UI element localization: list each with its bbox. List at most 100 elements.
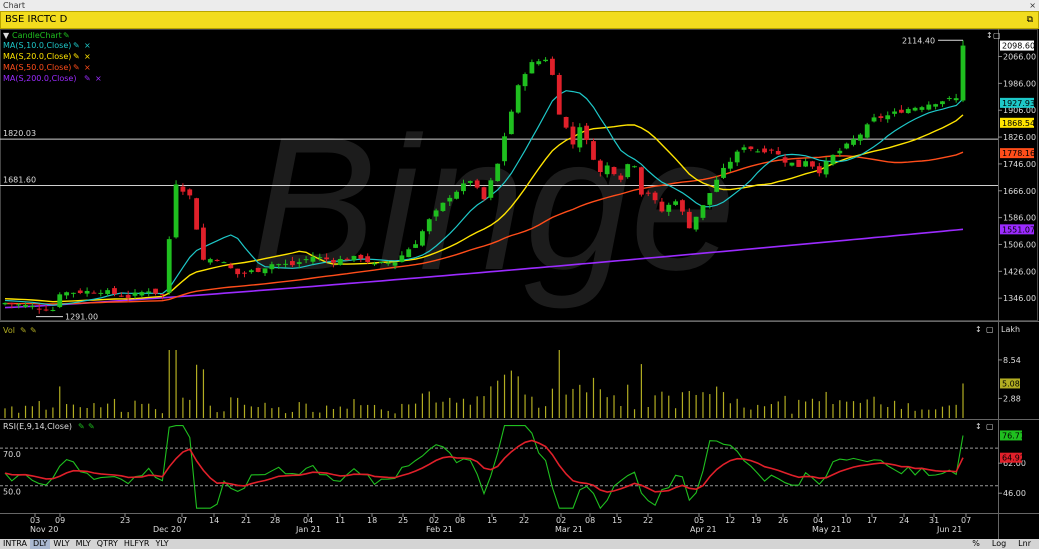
candle-body[interactable] bbox=[467, 181, 473, 183]
scale-percent[interactable]: % bbox=[966, 539, 986, 548]
candle-body[interactable] bbox=[529, 62, 535, 74]
candle-body[interactable] bbox=[502, 136, 507, 162]
candle-body[interactable] bbox=[844, 143, 850, 149]
candle-body[interactable] bbox=[426, 219, 432, 232]
candle-body[interactable] bbox=[734, 151, 740, 163]
candle-body[interactable] bbox=[146, 291, 152, 293]
candle-body[interactable] bbox=[139, 292, 145, 296]
candle-body[interactable] bbox=[933, 104, 939, 107]
candle-body[interactable] bbox=[604, 165, 610, 175]
candle-body[interactable] bbox=[399, 255, 405, 263]
pencil-icon[interactable]: ✎ bbox=[78, 422, 85, 431]
candle-body[interactable] bbox=[823, 161, 829, 175]
candle-body[interactable] bbox=[741, 147, 747, 150]
candle-body[interactable] bbox=[721, 167, 726, 178]
candle-body[interactable] bbox=[905, 109, 911, 114]
candle-body[interactable] bbox=[789, 162, 795, 166]
candle-body[interactable] bbox=[290, 261, 295, 266]
candle-body[interactable] bbox=[591, 141, 596, 160]
candle-body[interactable] bbox=[43, 309, 49, 311]
candle-body[interactable] bbox=[255, 268, 261, 272]
candle-body[interactable] bbox=[392, 262, 398, 266]
candle-body[interactable] bbox=[837, 150, 843, 154]
scale-log[interactable]: Log bbox=[986, 539, 1012, 548]
candle-body[interactable] bbox=[344, 258, 350, 261]
candle-body[interactable] bbox=[440, 202, 446, 211]
candle-body[interactable] bbox=[584, 125, 590, 140]
candle-body[interactable] bbox=[84, 290, 90, 294]
timeframe-qtry[interactable]: QTRY bbox=[94, 539, 121, 549]
candle-body[interactable] bbox=[803, 161, 809, 167]
candle-body[interactable] bbox=[214, 259, 220, 261]
candle-body[interactable] bbox=[570, 126, 576, 145]
candle-body[interactable] bbox=[378, 261, 384, 263]
candle-body[interactable] bbox=[228, 264, 234, 269]
pencil-icon[interactable]: ✎ bbox=[84, 74, 91, 83]
candle-body[interactable] bbox=[317, 257, 323, 259]
edit-icon[interactable]: ✎ bbox=[30, 326, 37, 335]
candle-body[interactable] bbox=[365, 256, 371, 263]
candle-body[interactable] bbox=[960, 45, 966, 101]
candle-body[interactable] bbox=[132, 292, 138, 296]
candle-body[interactable] bbox=[912, 107, 918, 111]
candle-body[interactable] bbox=[283, 263, 288, 265]
timeframe-wly[interactable]: WLY bbox=[50, 539, 72, 549]
candle-body[interactable] bbox=[488, 180, 494, 198]
candle-body[interactable] bbox=[166, 239, 172, 293]
candle-body[interactable] bbox=[296, 262, 302, 264]
candle-body[interactable] bbox=[118, 295, 124, 297]
candle-body[interactable] bbox=[112, 288, 117, 295]
timeframe-dly[interactable]: DLY bbox=[29, 539, 51, 549]
candle-body[interactable] bbox=[413, 244, 418, 248]
candle-body[interactable] bbox=[159, 294, 165, 296]
pencil-icon[interactable]: ✎ bbox=[73, 41, 80, 50]
candle-body[interactable] bbox=[762, 148, 767, 153]
candle-body[interactable] bbox=[686, 211, 692, 229]
candle-body[interactable] bbox=[830, 154, 836, 165]
candle-body[interactable] bbox=[899, 109, 904, 113]
candle-body[interactable] bbox=[611, 167, 617, 175]
candle-body[interactable] bbox=[406, 249, 412, 258]
remove-icon[interactable]: × bbox=[84, 52, 91, 61]
candle-body[interactable] bbox=[796, 159, 802, 167]
candle-body[interactable] bbox=[351, 255, 357, 261]
candle-body[interactable] bbox=[878, 116, 884, 118]
pencil-icon[interactable]: ✎ bbox=[73, 63, 80, 72]
panel-arrows-icon[interactable]: ↕ bbox=[986, 31, 993, 40]
candle-body[interactable] bbox=[29, 305, 35, 308]
timeframe-intra[interactable]: INTRA bbox=[0, 539, 30, 549]
candle-body[interactable] bbox=[262, 268, 268, 274]
candle-body[interactable] bbox=[235, 268, 241, 275]
candle-body[interactable] bbox=[618, 175, 624, 180]
candle-body[interactable] bbox=[194, 198, 199, 230]
candle-body[interactable] bbox=[447, 197, 453, 202]
candle-body[interactable] bbox=[673, 201, 678, 205]
pencil-icon[interactable]: ✎ bbox=[20, 326, 27, 335]
candle-body[interactable] bbox=[577, 127, 583, 148]
candle-body[interactable] bbox=[700, 205, 706, 218]
pencil-icon[interactable]: ✎ bbox=[63, 31, 70, 40]
collapse-icon[interactable]: ▼ bbox=[3, 31, 10, 40]
candle-body[interactable] bbox=[536, 61, 542, 65]
pencil-icon[interactable]: ✎ bbox=[73, 52, 80, 61]
candle-body[interactable] bbox=[248, 270, 254, 273]
candle-body[interactable] bbox=[727, 161, 733, 169]
candle-body[interactable] bbox=[775, 151, 781, 155]
candle-body[interactable] bbox=[71, 292, 76, 294]
candle-body[interactable] bbox=[946, 98, 952, 100]
panel-arrows-icon[interactable]: ↕ bbox=[975, 422, 982, 431]
timeframe-mly[interactable]: MLY bbox=[73, 539, 94, 549]
candle-body[interactable] bbox=[125, 294, 131, 298]
candle-body[interactable] bbox=[816, 166, 822, 174]
candle-body[interactable] bbox=[77, 290, 83, 294]
edit-icon[interactable]: ✎ bbox=[88, 422, 95, 431]
restore-icon[interactable]: ⧉ bbox=[1027, 12, 1033, 28]
candle-body[interactable] bbox=[173, 184, 179, 238]
candle-body[interactable] bbox=[693, 216, 699, 230]
candle-body[interactable] bbox=[2, 302, 8, 305]
candle-body[interactable] bbox=[707, 193, 713, 205]
candle-body[interactable] bbox=[556, 74, 562, 115]
candle-body[interactable] bbox=[337, 259, 343, 265]
candle-body[interactable] bbox=[269, 264, 275, 270]
candle-body[interactable] bbox=[508, 111, 514, 135]
